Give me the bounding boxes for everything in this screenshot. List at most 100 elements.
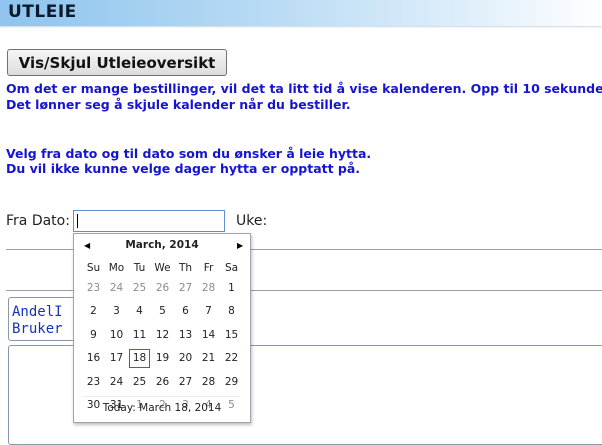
calendar-day[interactable]: 20 bbox=[174, 347, 197, 371]
calendar-grid: Su Mo Tu We Th Fr Sa 23 24 25 26 27 28 1 2 3 4 5 6 7 8 9 10 11… bbox=[82, 259, 243, 417]
calendar-week-row: 2 3 4 5 6 7 8 bbox=[82, 300, 243, 324]
calendar-day[interactable]: 13 bbox=[174, 323, 197, 347]
weekday-header: Mo bbox=[108, 261, 125, 274]
calendar-day[interactable]: 24 bbox=[105, 370, 128, 394]
calendar-day[interactable]: 29 bbox=[220, 370, 243, 394]
calendar-day[interactable]: 10 bbox=[105, 323, 128, 347]
from-date-label: Fra Dato: bbox=[6, 213, 70, 229]
calendar-day-number: 2 bbox=[90, 305, 97, 318]
calendar-day-number: 24 bbox=[109, 281, 124, 294]
calendar-day[interactable]: 3 bbox=[105, 300, 128, 324]
calendar-day-number: 20 bbox=[178, 352, 193, 365]
calendar-day-number: 1 bbox=[228, 281, 235, 294]
calendar-day-number: 25 bbox=[132, 281, 147, 294]
calendar-day-number: 26 bbox=[155, 375, 170, 388]
info-text-line: Det lønner seg å skjule kalender når du … bbox=[6, 97, 351, 112]
page-header: UTLEIE bbox=[0, 0, 602, 26]
calendar-day-number: 24 bbox=[109, 375, 124, 388]
calendar-day-number: 17 bbox=[109, 352, 124, 365]
calendar-day-number: 28 bbox=[201, 375, 216, 388]
calendar-day[interactable]: 28 bbox=[197, 370, 220, 394]
calendar-day[interactable]: 22 bbox=[220, 347, 243, 371]
calendar-month-title: March, 2014 bbox=[125, 239, 199, 251]
calendar-day-today[interactable]: 18 bbox=[128, 347, 151, 371]
calendar-day[interactable]: 4 bbox=[128, 300, 151, 324]
calendar-day-number: 6 bbox=[182, 305, 189, 318]
weekday-header: We bbox=[154, 261, 171, 274]
calendar-day-number: 8 bbox=[228, 305, 235, 318]
booking-info-line: Bruker bbox=[12, 321, 63, 337]
calendar-day[interactable]: 27 bbox=[174, 370, 197, 394]
calendar-day-number: 21 bbox=[201, 352, 216, 365]
weekday-header: Fr bbox=[203, 261, 214, 274]
calendar-day-number: 23 bbox=[86, 281, 101, 294]
calendar-day[interactable]: 23 bbox=[82, 370, 105, 394]
info-text-line: Om det er mange bestillinger, vil det ta… bbox=[6, 81, 602, 96]
calendar-footer-divider bbox=[84, 396, 240, 397]
from-date-input[interactable] bbox=[73, 210, 225, 232]
calendar-day[interactable]: 27 bbox=[174, 276, 197, 300]
toggle-rental-overview-button[interactable]: Vis/Skjul Utleieoversikt bbox=[7, 49, 227, 76]
calendar-day[interactable]: 26 bbox=[151, 370, 174, 394]
calendar-day-number: 11 bbox=[132, 328, 147, 341]
calendar-day-number: 16 bbox=[86, 352, 101, 365]
weekday-header: Th bbox=[178, 261, 193, 274]
calendar-day[interactable]: 11 bbox=[128, 323, 151, 347]
calendar-day-number: 12 bbox=[155, 328, 170, 341]
calendar-day[interactable]: 26 bbox=[151, 276, 174, 300]
calendar-day-number: 5 bbox=[159, 305, 166, 318]
calendar-day-number: 13 bbox=[178, 328, 193, 341]
next-month-icon[interactable]: ▶ bbox=[237, 241, 243, 250]
calendar-day-number: 7 bbox=[205, 305, 212, 318]
calendar-day[interactable]: 25 bbox=[128, 276, 151, 300]
instruction-text-line: Velg fra dato og til dato som du ønsker … bbox=[6, 146, 372, 161]
calendar-day-number: 23 bbox=[86, 375, 101, 388]
calendar-day-number: 9 bbox=[90, 328, 97, 341]
calendar-day-number: 4 bbox=[136, 305, 143, 318]
calendar-day[interactable]: 21 bbox=[197, 347, 220, 371]
calendar-day-number: 26 bbox=[155, 281, 170, 294]
calendar-day-number: 14 bbox=[201, 328, 216, 341]
instruction-text-line: Du vil ikke kunne velge dager hytta er o… bbox=[6, 161, 361, 176]
calendar-day[interactable]: 28 bbox=[197, 276, 220, 300]
calendar-day[interactable]: 5 bbox=[151, 300, 174, 324]
calendar-week-row: 9 10 11 12 13 14 15 bbox=[82, 323, 243, 347]
calendar-day[interactable]: 17 bbox=[105, 347, 128, 371]
today-link[interactable]: Today: March 18, 2014 bbox=[74, 402, 250, 414]
page-title: UTLEIE bbox=[8, 2, 77, 22]
calendar-day-number: 25 bbox=[132, 375, 147, 388]
calendar-week-row: 16 17 18 19 20 21 22 bbox=[82, 347, 243, 371]
week-label: Uke: bbox=[236, 213, 268, 229]
calendar-day[interactable]: 24 bbox=[105, 276, 128, 300]
calendar-week-row: 23 24 25 26 27 28 1 bbox=[82, 276, 243, 300]
calendar-day-number: 29 bbox=[224, 375, 239, 388]
calendar-day-number: 3 bbox=[113, 305, 120, 318]
calendar-day[interactable]: 15 bbox=[220, 323, 243, 347]
calendar-day[interactable]: 2 bbox=[82, 300, 105, 324]
calendar-day[interactable]: 12 bbox=[151, 323, 174, 347]
calendar-day-number: 18 bbox=[129, 348, 150, 368]
header-divider bbox=[0, 26, 602, 28]
calendar-day-number: 10 bbox=[109, 328, 124, 341]
weekday-header: Sa bbox=[224, 261, 239, 274]
calendar-day[interactable]: 1 bbox=[220, 276, 243, 300]
calendar-day[interactable]: 19 bbox=[151, 347, 174, 371]
weekday-header: Su bbox=[86, 261, 101, 274]
calendar-day[interactable]: 8 bbox=[220, 300, 243, 324]
calendar-day-number: 28 bbox=[201, 281, 216, 294]
calendar-week-row: 23 24 25 26 27 28 29 bbox=[82, 370, 243, 394]
weekday-header: Tu bbox=[133, 261, 146, 274]
calendar-day-number: 27 bbox=[178, 375, 193, 388]
calendar-day[interactable]: 9 bbox=[82, 323, 105, 347]
calendar-day[interactable]: 6 bbox=[174, 300, 197, 324]
calendar-day[interactable]: 16 bbox=[82, 347, 105, 371]
calendar-day[interactable]: 23 bbox=[82, 276, 105, 300]
calendar-day-number: 22 bbox=[224, 352, 239, 365]
calendar-day-number: 19 bbox=[155, 352, 170, 365]
calendar-day[interactable]: 7 bbox=[197, 300, 220, 324]
calendar-day-number: 27 bbox=[178, 281, 193, 294]
booking-info-line: AndelI bbox=[12, 304, 63, 320]
calendar-day-number: 15 bbox=[224, 328, 239, 341]
calendar-day[interactable]: 14 bbox=[197, 323, 220, 347]
calendar-day[interactable]: 25 bbox=[128, 370, 151, 394]
